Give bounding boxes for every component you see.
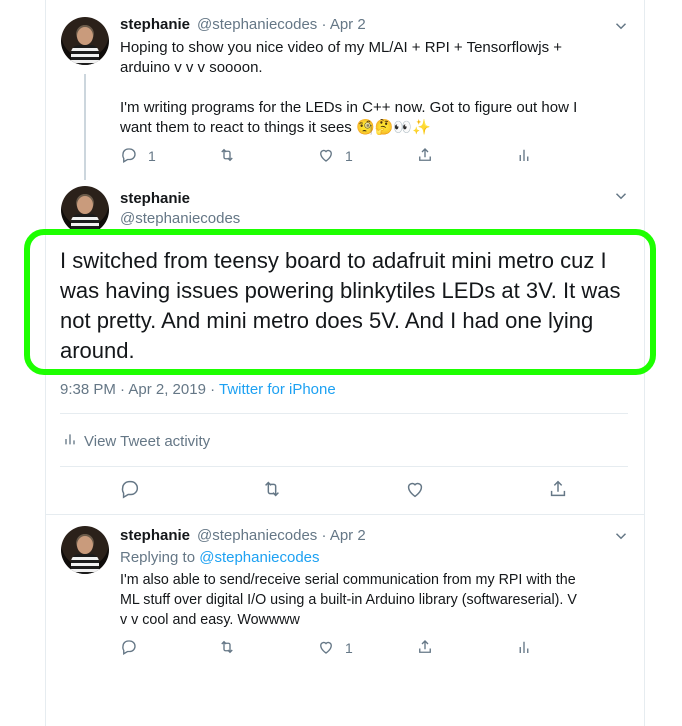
- like-icon: [317, 146, 335, 167]
- reply-icon: [119, 478, 141, 503]
- like-icon: [317, 638, 335, 659]
- timestamp[interactable]: 9:38 PM · Apr 2, 2019 ·: [60, 381, 219, 398]
- tweet1-handle-text[interactable]: @stephaniecodes: [197, 16, 317, 33]
- focus-tweet-text: I switched from teensy board to adafruit…: [60, 248, 621, 363]
- analytics-icon: [515, 146, 533, 167]
- focus-author-handle[interactable]: @stephaniecodes: [120, 210, 240, 227]
- reply-count: 1: [148, 148, 156, 164]
- retweet-button[interactable]: [218, 146, 236, 166]
- analytics-icon: [515, 638, 533, 659]
- chevron-down-icon[interactable]: [612, 527, 630, 545]
- focus-actions: [119, 479, 579, 501]
- tweet1-author-handle[interactable]: @stephaniecodes · Apr 2: [197, 16, 366, 33]
- tweet1-date[interactable]: · Apr 2: [321, 16, 365, 33]
- share-button[interactable]: [416, 146, 434, 166]
- like-icon: [404, 478, 426, 503]
- analytics-icon: [62, 431, 84, 451]
- reply-icon: [120, 638, 138, 659]
- retweet-button[interactable]: [218, 638, 236, 658]
- avatar[interactable]: [61, 17, 109, 65]
- share-icon: [547, 478, 569, 503]
- reply-button[interactable]: 1: [120, 146, 156, 166]
- tweet3-date[interactable]: · Apr 2: [321, 527, 365, 544]
- share-icon: [416, 638, 434, 659]
- retweet-icon: [218, 146, 236, 167]
- analytics-button[interactable]: [515, 146, 533, 166]
- tweet1-text: Hoping to show you nice video of my ML/A…: [120, 39, 578, 136]
- divider: [60, 466, 628, 467]
- retweet-button[interactable]: [261, 479, 283, 501]
- replying-to-mention[interactable]: @stephaniecodes: [199, 549, 319, 566]
- tweet1-actions: 1 1: [120, 146, 540, 166]
- replying-to: Replying to @stephaniecodes: [120, 549, 320, 566]
- view-activity-link[interactable]: View Tweet activity: [62, 431, 210, 451]
- like-button[interactable]: [404, 479, 426, 501]
- like-count: 1: [345, 148, 353, 164]
- chevron-down-icon[interactable]: [612, 17, 630, 35]
- replying-prefix: Replying to: [120, 549, 200, 566]
- share-button[interactable]: [547, 479, 569, 501]
- avatar[interactable]: [61, 526, 109, 574]
- share-button[interactable]: [416, 638, 434, 658]
- focus-author-name[interactable]: stephanie: [120, 190, 190, 207]
- reply-icon: [120, 146, 138, 167]
- tweet3-author-name[interactable]: stephanie: [120, 527, 190, 544]
- like-button[interactable]: 1: [317, 146, 353, 166]
- retweet-icon: [261, 478, 283, 503]
- tweet1-author-name[interactable]: stephanie: [120, 16, 190, 33]
- divider: [60, 413, 628, 414]
- tweet3-author-handle[interactable]: @stephaniecodes · Apr 2: [197, 527, 366, 544]
- avatar[interactable]: [61, 186, 109, 234]
- source-link[interactable]: Twitter for iPhone: [219, 381, 336, 398]
- retweet-icon: [218, 638, 236, 659]
- like-button[interactable]: 1: [317, 638, 353, 658]
- analytics-button[interactable]: [515, 638, 533, 658]
- view-activity-label: View Tweet activity: [84, 432, 211, 450]
- reply-button[interactable]: [120, 638, 138, 658]
- like-count: 1: [345, 640, 353, 656]
- tweet3-text: I'm also able to send/receive serial com…: [120, 572, 577, 628]
- thread-line: [84, 74, 86, 180]
- tweet3-actions: 1: [120, 638, 540, 658]
- share-icon: [416, 146, 434, 167]
- tweet-meta: 9:38 PM · Apr 2, 2019 · Twitter for iPho…: [60, 381, 336, 398]
- tweet3-handle-text[interactable]: @stephaniecodes: [197, 527, 317, 544]
- chevron-down-icon[interactable]: [612, 187, 630, 205]
- divider: [45, 514, 645, 515]
- reply-button[interactable]: [119, 479, 141, 501]
